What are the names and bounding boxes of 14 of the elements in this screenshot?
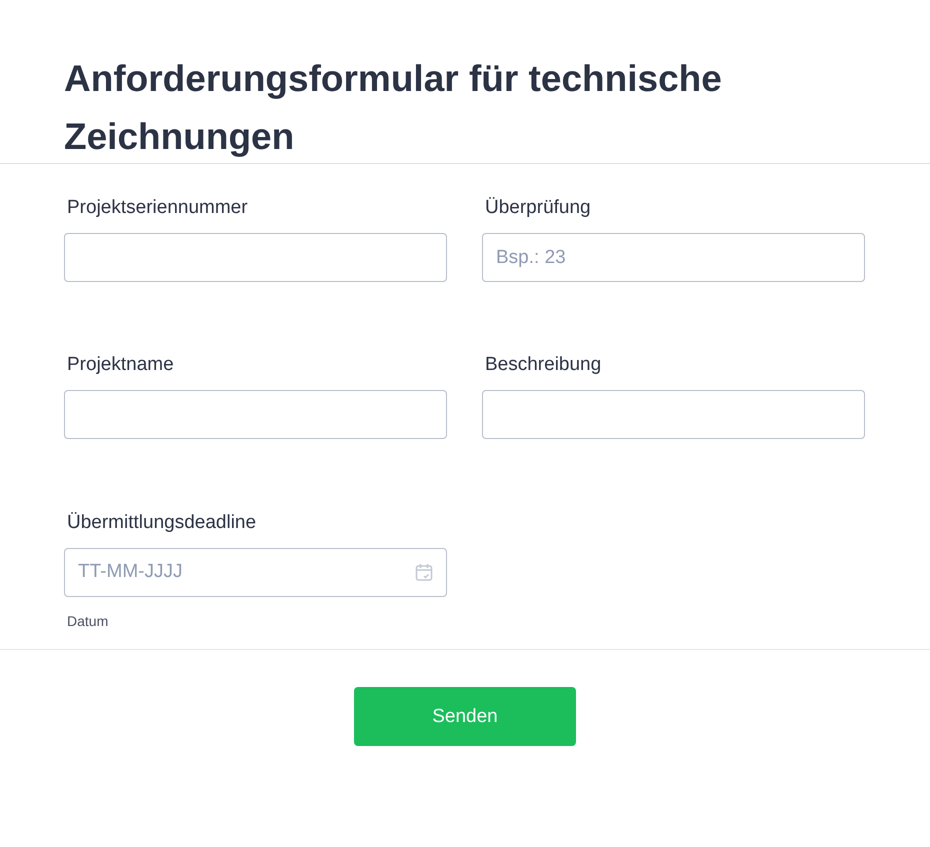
- field-label: Beschreibung: [485, 354, 602, 376]
- field-label: Überprüfung: [485, 197, 591, 219]
- field-label: Übermittlungsdeadline: [67, 512, 256, 534]
- calendar-icon[interactable]: [415, 562, 433, 582]
- input-field[interactable]: [64, 390, 447, 440]
- input-field[interactable]: [482, 390, 865, 440]
- input-field[interactable]: Bsp.: 23: [482, 233, 865, 282]
- date-field[interactable]: TT-MM-JJJJ: [64, 548, 447, 597]
- field-hint: Datum: [67, 612, 108, 629]
- field-label: Projektname: [67, 354, 174, 376]
- form-title: Anforderungsformular für technische Zeichnungen: [64, 57, 723, 159]
- input-field[interactable]: [64, 233, 447, 282]
- field-label: Projektseriennummer: [67, 197, 248, 219]
- submit-button[interactable]: Senden: [354, 687, 576, 746]
